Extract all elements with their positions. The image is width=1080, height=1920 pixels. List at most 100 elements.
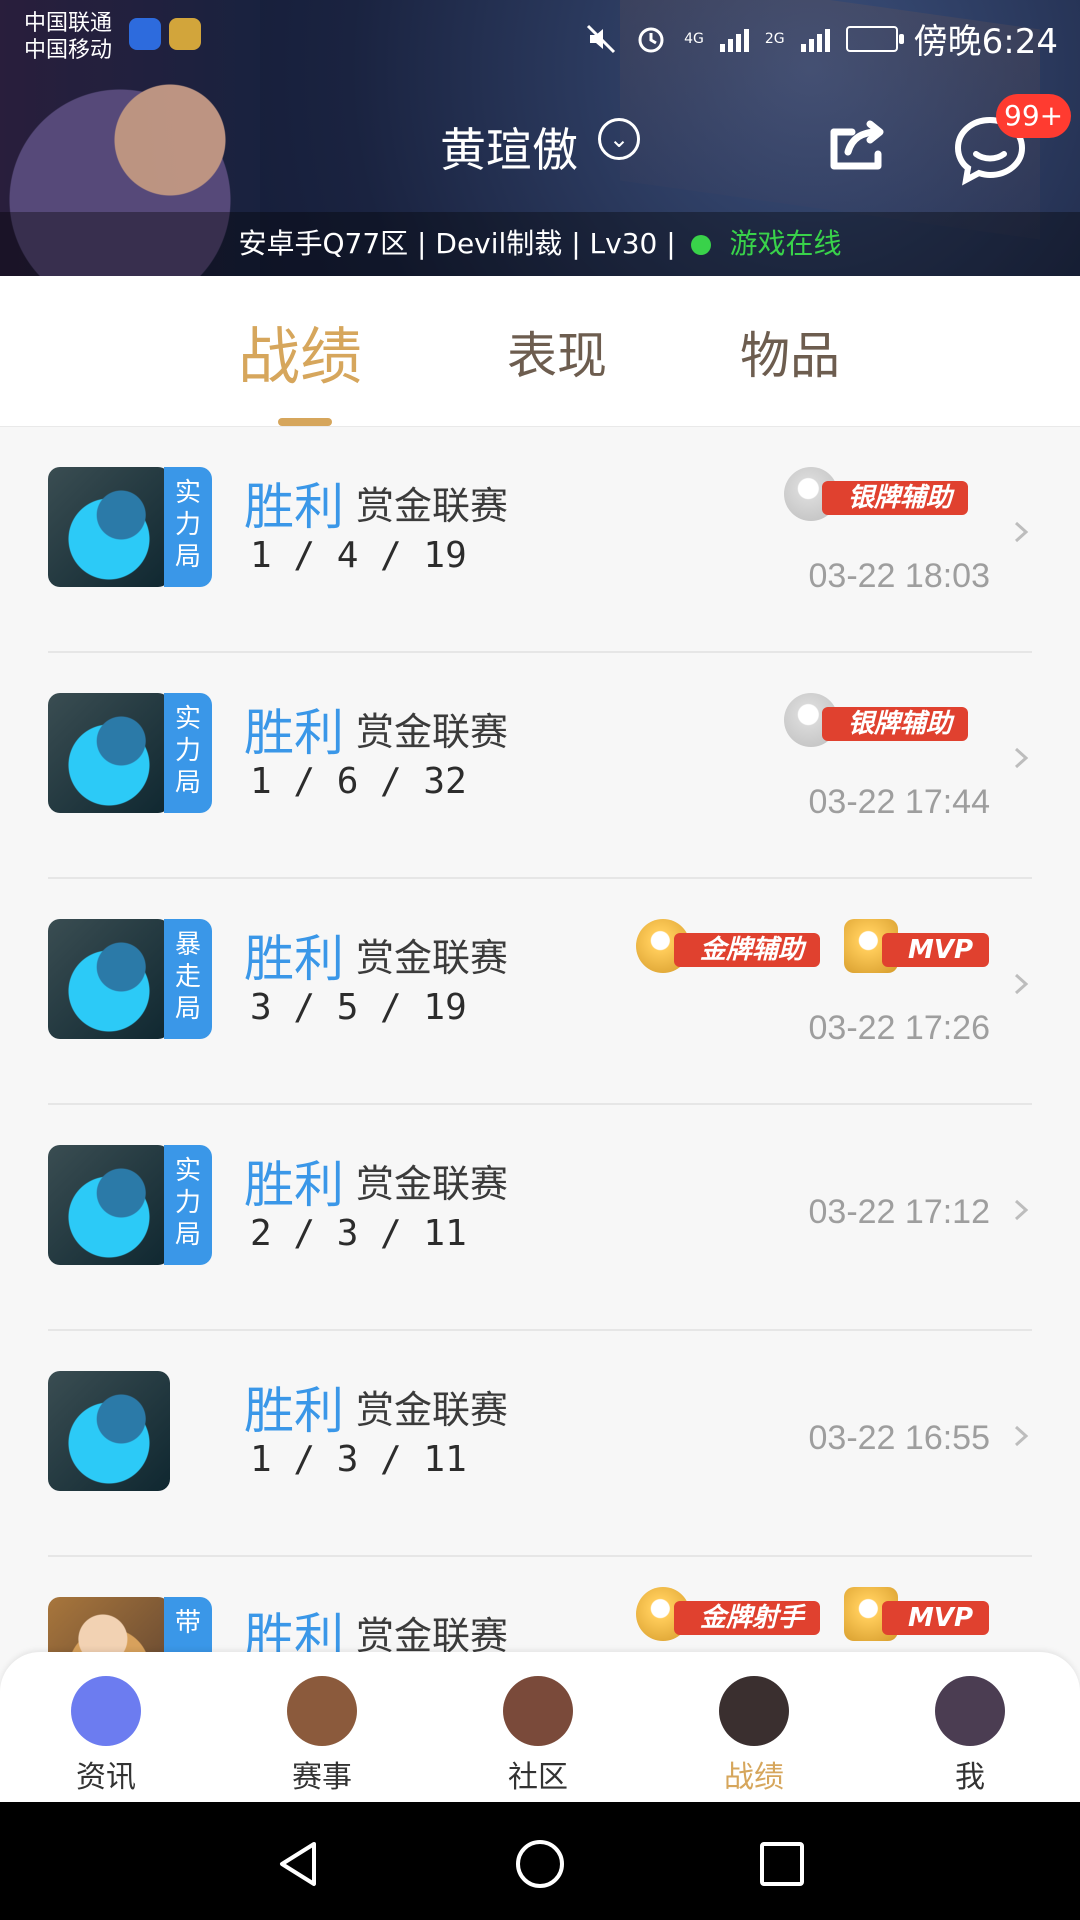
chevron-right-icon[interactable] bbox=[1008, 745, 1034, 771]
match-list[interactable]: 实力局 胜利 赏金联赛 1 / 4 / 19 银牌辅助 03-22 18:03 … bbox=[0, 427, 1080, 1652]
chevron-right-icon[interactable] bbox=[1008, 519, 1034, 545]
account-info-bar: 安卓手Q77区 | Devil制裁 | Lv30 | 游戏在线 bbox=[0, 212, 1080, 276]
tab-records[interactable]: 战绩 bbox=[238, 306, 362, 396]
nav-records[interactable]: 战绩 bbox=[664, 1676, 844, 1796]
events-avatar-icon bbox=[287, 1676, 357, 1746]
signal-4g-icon bbox=[719, 26, 749, 52]
chat-unread-badge: 99+ bbox=[996, 94, 1072, 138]
match-time: 03-22 18:03 bbox=[808, 557, 991, 595]
match-result: 胜利 bbox=[244, 930, 344, 988]
clock: 傍晚6:24 bbox=[913, 22, 1058, 62]
community-avatar-icon bbox=[503, 1676, 573, 1746]
match-kda: 3 / 5 / 19 bbox=[250, 987, 467, 1028]
header-banner: 中国联通 中国移动 4G 2G 傍晚6:24 黄瑄傲 ⌄ 99+ 安卓手Q77区… bbox=[0, 0, 1080, 276]
chevron-right-icon[interactable] bbox=[1008, 1423, 1034, 1449]
home-icon[interactable] bbox=[512, 1836, 568, 1892]
nav-events[interactable]: 赛事 bbox=[232, 1676, 412, 1796]
back-icon[interactable] bbox=[270, 1836, 326, 1892]
recents-icon[interactable] bbox=[754, 1836, 810, 1892]
server-info: 安卓手Q77区 | Devil制裁 | Lv30 | bbox=[238, 227, 676, 260]
news-avatar-icon bbox=[71, 1676, 141, 1746]
match-result: 胜利 bbox=[244, 1608, 344, 1652]
nav-label: 我 bbox=[955, 1760, 985, 1795]
match-time: 03-22 17:12 bbox=[808, 1193, 991, 1231]
user-row: 黄瑄傲 ⌄ 99+ bbox=[0, 94, 1080, 186]
hero-portrait bbox=[48, 919, 170, 1039]
records-avatar-icon bbox=[719, 1676, 789, 1746]
medal-label: 银牌辅助 bbox=[822, 481, 969, 515]
match-type-badge: 实力局 bbox=[164, 1145, 212, 1265]
match-kda: 1 / 6 / 32 bbox=[250, 761, 467, 802]
match-kda: 1 / 3 / 11 bbox=[250, 1439, 467, 1480]
section-tabs: 战绩 表现 物品 bbox=[0, 276, 1080, 427]
me-avatar-icon bbox=[935, 1676, 1005, 1746]
match-row[interactable]: 实力局 胜利 赏金联赛 1 / 6 / 32 银牌辅助 03-22 17:44 bbox=[0, 653, 1080, 879]
match-type-badge: 暴走局 bbox=[164, 919, 212, 1039]
signal-2g-icon bbox=[800, 26, 830, 52]
chevron-right-icon[interactable] bbox=[1008, 1197, 1034, 1223]
nav-label: 赛事 bbox=[292, 1760, 352, 1795]
online-status-dot bbox=[690, 235, 711, 255]
status-bar: 中国联通 中国移动 4G 2G 傍晚6:24 bbox=[0, 0, 1080, 72]
tab-performance[interactable]: 表现 bbox=[507, 316, 607, 388]
hero-portrait bbox=[48, 1145, 170, 1265]
nav-label: 社区 bbox=[508, 1760, 568, 1795]
chevron-right-icon[interactable] bbox=[1008, 971, 1034, 997]
match-time: 03-22 17:44 bbox=[808, 783, 991, 821]
medal-label: MVP bbox=[882, 1601, 990, 1635]
username[interactable]: 黄瑄傲 bbox=[440, 114, 578, 180]
match-mode: 赏金联赛 bbox=[356, 1388, 509, 1432]
nav-news[interactable]: 资讯 bbox=[16, 1676, 196, 1796]
hero-portrait bbox=[48, 693, 170, 813]
hero-portrait bbox=[48, 467, 170, 587]
match-mode: 赏金联赛 bbox=[356, 484, 509, 528]
medal-label: 金牌射手 bbox=[674, 1601, 821, 1635]
match-mode: 赏金联赛 bbox=[356, 710, 509, 754]
match-type-badge: 实力局 bbox=[164, 467, 212, 587]
match-result: 胜利 bbox=[244, 1382, 344, 1440]
bottom-navigation: 资讯 赛事 社区 战绩 我 bbox=[0, 1652, 1080, 1802]
match-mode: 赏金联赛 bbox=[356, 936, 509, 980]
active-tab-indicator bbox=[278, 418, 332, 426]
alarm-icon bbox=[638, 27, 664, 52]
hero-portrait bbox=[48, 1597, 170, 1652]
medal-label: MVP bbox=[882, 933, 990, 967]
tab-items[interactable]: 物品 bbox=[740, 316, 840, 388]
nav-label: 资讯 bbox=[76, 1760, 136, 1795]
match-row[interactable]: 暴走局 胜利 赏金联赛 3 / 5 / 19 金牌辅助 MVP 03-22 17… bbox=[0, 879, 1080, 1105]
match-row[interactable]: 实力局 胜利 赏金联赛 2 / 3 / 11 03-22 17:12 bbox=[0, 1105, 1080, 1331]
match-result: 胜利 bbox=[244, 478, 344, 536]
match-kda: 2 / 3 / 11 bbox=[250, 1213, 467, 1254]
match-type-badge: 带 bbox=[164, 1597, 212, 1652]
match-mode: 赏金联赛 bbox=[356, 1162, 509, 1206]
mute-icon bbox=[587, 24, 616, 53]
match-row[interactable]: 带 胜利 赏金联赛 金牌射手 MVP bbox=[0, 1557, 1080, 1652]
carrier-info: 中国联通 中国移动 bbox=[24, 10, 201, 64]
match-result: 胜利 bbox=[244, 1156, 344, 1214]
network-4g-label: 4G bbox=[684, 30, 704, 47]
carrier-1: 中国联通 bbox=[24, 11, 113, 36]
nav-me[interactable]: 我 bbox=[880, 1676, 1060, 1796]
nav-label: 战绩 bbox=[724, 1760, 784, 1795]
system-navigation-bar bbox=[0, 1802, 1080, 1920]
shield-app-icon bbox=[129, 18, 161, 50]
match-time: 03-22 17:26 bbox=[808, 1009, 991, 1047]
match-kda: 1 / 4 / 19 bbox=[250, 535, 467, 576]
status-icons: 4G 2G 傍晚6:24 bbox=[584, 14, 1058, 63]
nav-community[interactable]: 社区 bbox=[448, 1676, 628, 1796]
match-time: 03-22 16:55 bbox=[808, 1419, 991, 1457]
match-mode: 赏金联赛 bbox=[356, 1614, 509, 1652]
match-type-badge: 实力局 bbox=[164, 693, 212, 813]
hero-portrait bbox=[48, 1371, 170, 1491]
match-row[interactable]: 实力局 胜利 赏金联赛 1 / 4 / 19 银牌辅助 03-22 18:03 bbox=[0, 427, 1080, 653]
share-icon[interactable] bbox=[820, 110, 892, 182]
carrier-2: 中国移动 bbox=[24, 38, 113, 63]
match-row[interactable]: 胜利 赏金联赛 1 / 3 / 11 03-22 16:55 bbox=[0, 1331, 1080, 1557]
match-result: 胜利 bbox=[244, 704, 344, 762]
medal-label: 银牌辅助 bbox=[822, 707, 969, 741]
network-2g-label: 2G bbox=[764, 30, 785, 47]
battery-icon bbox=[845, 25, 904, 52]
online-status-text: 游戏在线 bbox=[729, 227, 842, 260]
chevron-down-icon[interactable]: ⌄ bbox=[598, 118, 640, 160]
medal-label: 金牌辅助 bbox=[674, 933, 821, 967]
